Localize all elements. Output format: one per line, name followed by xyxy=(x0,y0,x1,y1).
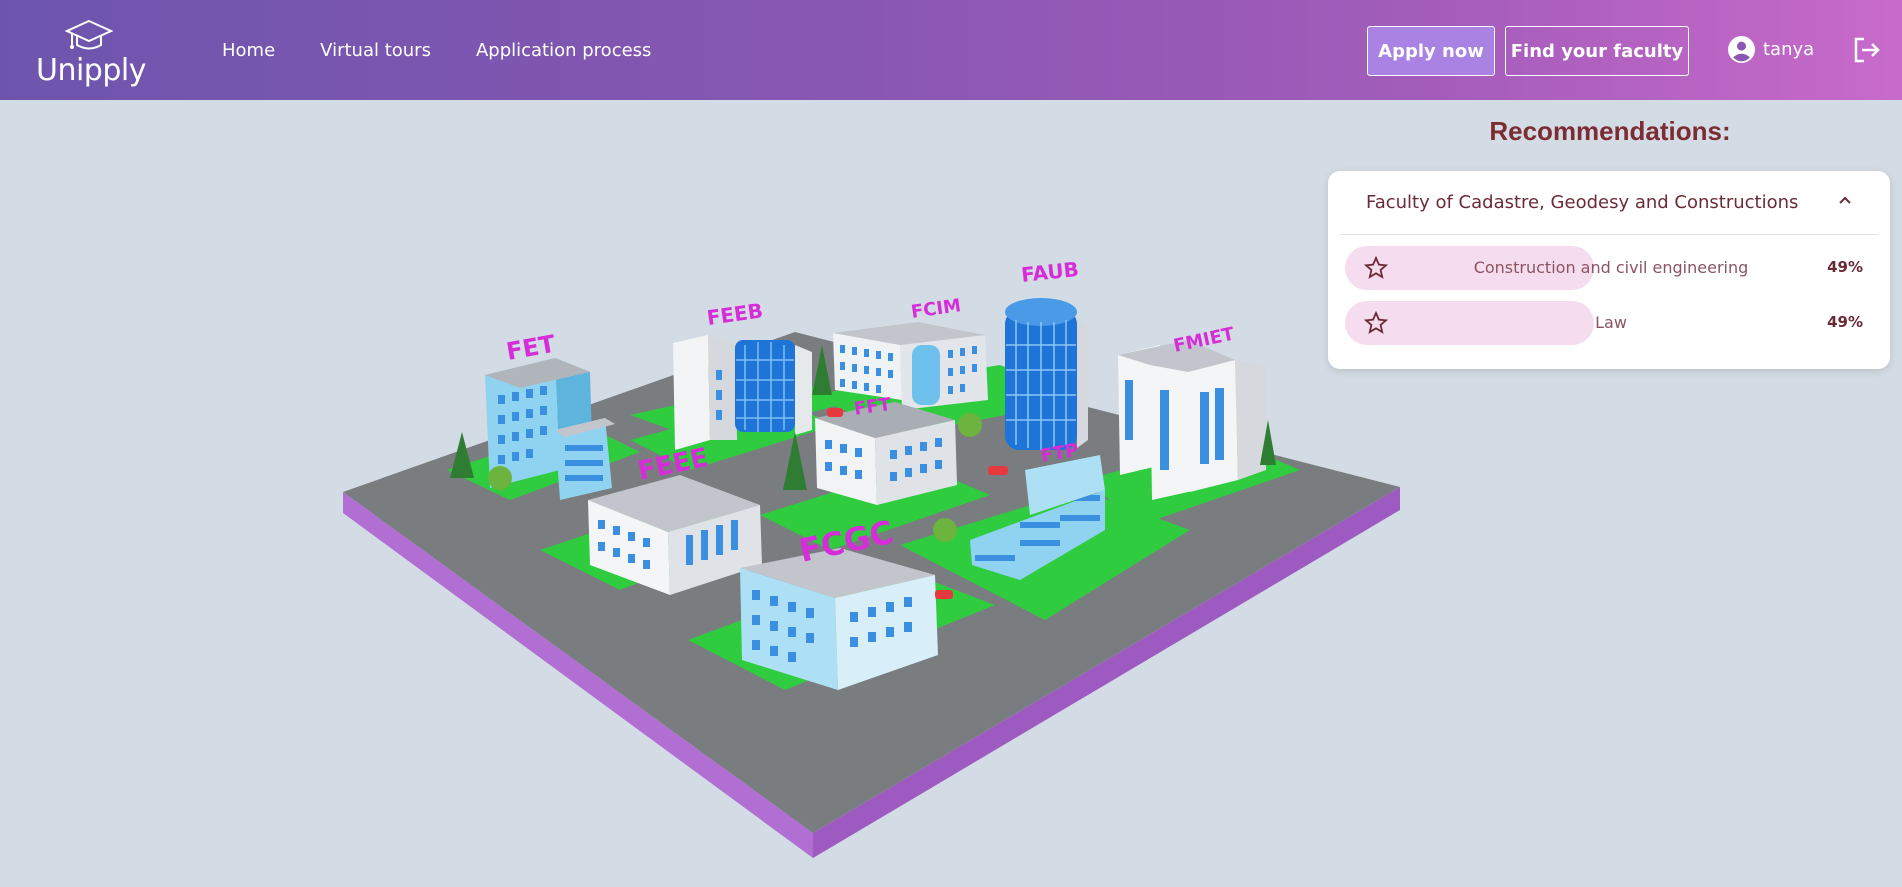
brand-logo[interactable]: Unipply xyxy=(36,18,146,90)
recommendation-item[interactable]: Construction and civil engineering 49% xyxy=(1345,246,1877,290)
specialty-name: Construction and civil engineering xyxy=(1473,258,1749,277)
recommendation-item[interactable]: Law 49% xyxy=(1345,301,1877,345)
building-fft[interactable] xyxy=(815,402,957,505)
label-feeb: FEEB xyxy=(705,298,764,330)
find-faculty-button[interactable]: Find your faculty xyxy=(1505,26,1689,76)
specialty-name: Law xyxy=(1595,313,1627,332)
user-menu[interactable]: tanya xyxy=(1728,36,1814,63)
main-nav: Home Virtual tours Application process xyxy=(222,0,651,100)
faculty-name: Faculty of Cadastre, Geodesy and Constru… xyxy=(1366,192,1799,213)
faculty-accordion-header[interactable]: Faculty of Cadastre, Geodesy and Constru… xyxy=(1340,171,1878,235)
building-faub[interactable] xyxy=(1005,298,1088,450)
logout-icon[interactable] xyxy=(1853,37,1881,63)
recommendations-title: Recommendations: xyxy=(1489,116,1731,146)
match-percent: 49% xyxy=(1827,313,1863,331)
nav-virtual-tours[interactable]: Virtual tours xyxy=(320,40,431,61)
recommendations-card: Faculty of Cadastre, Geodesy and Constru… xyxy=(1328,171,1890,369)
chevron-up-icon[interactable] xyxy=(1838,195,1852,205)
nav-application-process[interactable]: Application process xyxy=(476,40,651,61)
label-faub: FAUB xyxy=(1020,257,1080,287)
campus-3d-scene[interactable]: FET FEEB FCIM FAUB FMIET FFT FEEE FTP FC… xyxy=(330,250,1410,870)
username: tanya xyxy=(1763,39,1815,60)
top-navbar: Unipply Home Virtual tours Application p… xyxy=(0,0,1902,100)
account-circle-icon xyxy=(1728,36,1755,63)
graduation-cap-icon xyxy=(64,19,113,50)
label-fcim: FCIM xyxy=(910,295,963,323)
nav-home[interactable]: Home xyxy=(222,40,275,61)
match-percent: 49% xyxy=(1827,258,1863,276)
brand-name: Unipply xyxy=(36,53,146,88)
apply-now-button[interactable]: Apply now xyxy=(1367,26,1495,76)
